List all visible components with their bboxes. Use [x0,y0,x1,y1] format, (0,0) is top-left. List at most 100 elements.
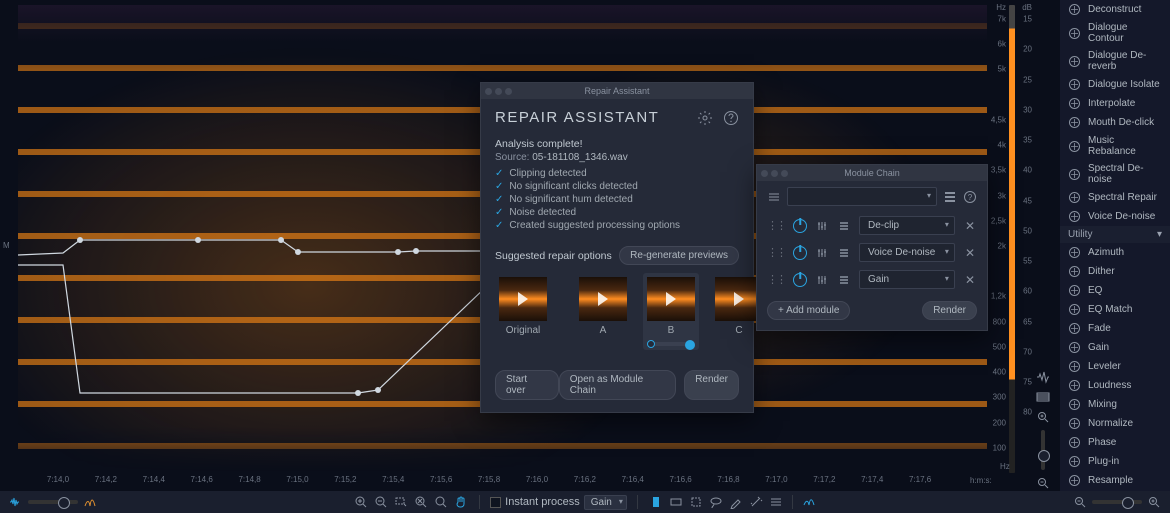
module-select[interactable]: De-clip [859,216,955,235]
sidebar-item-dialogue-contour[interactable]: Dialogue Contour [1060,19,1170,47]
spectrogram-toggle-icon[interactable] [1036,390,1050,404]
zoom-out-h-icon[interactable] [1072,494,1088,510]
time-tick: 7:14,6 [191,475,213,484]
zoom-selection-icon[interactable] [393,494,409,510]
waveform-mode-icon[interactable] [8,494,24,510]
chain-render-button[interactable]: Render [922,301,977,320]
gear-icon[interactable] [697,110,713,126]
sidebar-item-dither[interactable]: Dither [1060,262,1170,281]
sidebar-item-dialogue-isolate[interactable]: Dialogue Isolate [1060,75,1170,94]
module-settings-icon[interactable] [815,273,829,287]
freq-select-tool-icon[interactable] [668,494,684,510]
module-select[interactable]: Gain [859,270,955,289]
module-menu-icon[interactable] [837,273,851,287]
tf-select-tool-icon[interactable] [688,494,704,510]
regenerate-previews-button[interactable]: Re-generate previews [619,246,739,265]
drag-handle-icon[interactable]: ⋮⋮ [767,273,785,286]
sidebar-item-azimuth[interactable]: Azimuth [1060,243,1170,262]
sidebar-item-fade[interactable]: Fade [1060,319,1170,338]
sidebar-item-gain[interactable]: Gain [1060,338,1170,357]
instant-process-select[interactable]: Gain [584,495,627,510]
sidebar-item-deconstruct[interactable]: Deconstruct [1060,0,1170,19]
zoom-in-h-icon[interactable] [1146,494,1162,510]
drag-handle-icon[interactable]: ⋮⋮ [767,246,785,259]
sidebar-item-voice-de-noise[interactable]: Voice De-noise [1060,207,1170,226]
sidebar-item-label: Dialogue Isolate [1088,79,1160,90]
brush-tool-icon[interactable] [728,494,744,510]
list-view-icon[interactable] [767,190,781,204]
module-select[interactable]: Voice De-noise [859,243,955,262]
chain-titlebar[interactable]: Module Chain [757,165,987,181]
horizontal-zoom-slider[interactable] [1092,500,1142,504]
view-blend-slider[interactable] [28,500,78,504]
drag-handle-icon[interactable]: ⋮⋮ [767,219,785,232]
menu-icon[interactable] [943,190,957,204]
zoom-reset-icon[interactable] [433,494,449,510]
zoom-in-v-icon[interactable] [1036,410,1050,424]
zoom-out-v-icon[interactable] [1036,476,1050,490]
svg-text:?: ? [968,193,973,202]
render-button[interactable]: Render [684,370,739,400]
loudness-icon [1068,379,1081,392]
power-toggle-icon[interactable] [793,273,807,287]
contour-tool-icon[interactable] [801,494,817,510]
sidebar-item-phase[interactable]: Phase [1060,433,1170,452]
preset-select[interactable] [787,187,937,206]
add-module-button[interactable]: + Add module [767,301,850,320]
power-toggle-icon[interactable] [793,219,807,233]
zoom-in-icon[interactable] [353,494,369,510]
module-settings-icon[interactable] [815,246,829,260]
db-tick: 55 [1023,257,1032,266]
lasso-tool-icon[interactable] [708,494,724,510]
sidebar-item-leveler[interactable]: Leveler [1060,357,1170,376]
repair-option-a[interactable]: A [575,273,631,350]
sidebar-item-eq-match[interactable]: EQ Match [1060,300,1170,319]
instant-process-checkbox[interactable] [490,497,501,508]
sidebar-item-spectral-de-noise[interactable]: Spectral De-noise [1060,160,1170,188]
sidebar-item-resample[interactable]: Resample [1060,471,1170,490]
spectrogram-mode-icon[interactable] [82,494,98,510]
freq-unit-label: Hz [996,3,1006,12]
mouth-icon [1068,116,1081,129]
freq-tick: 4,5k [991,115,1006,124]
time-tick: 7:16,4 [622,475,644,484]
sidebar-item-mouth-de-click[interactable]: Mouth De-click [1060,113,1170,132]
wand-tool-icon[interactable] [748,494,764,510]
open-as-module-chain-button[interactable]: Open as Module Chain [559,370,676,400]
remove-module-icon[interactable]: ✕ [963,246,977,260]
remove-module-icon[interactable]: ✕ [963,219,977,233]
vertical-zoom-slider[interactable] [1041,430,1045,470]
zoom-out-icon[interactable] [373,494,389,510]
chain-window-controls[interactable] [761,170,788,177]
module-menu-icon[interactable] [837,219,851,233]
sidebar-item-label: Dialogue Contour [1088,22,1162,44]
repair-option-b[interactable]: B [643,273,699,350]
repair-option-original[interactable]: Original [495,273,551,350]
sidebar-category-utility[interactable]: Utility▾ [1060,226,1170,243]
intensity-slider[interactable] [647,342,695,346]
sidebar-item-loudness[interactable]: Loudness [1060,376,1170,395]
module-menu-icon[interactable] [837,246,851,260]
sidebar-item-eq[interactable]: EQ [1060,281,1170,300]
remove-module-icon[interactable]: ✕ [963,273,977,287]
zoom-fit-icon[interactable] [413,494,429,510]
sidebar-item-mixing[interactable]: Mixing [1060,395,1170,414]
window-controls[interactable] [485,88,512,95]
sidebar-item-dialogue-de-reverb[interactable]: Dialogue De-reverb [1060,47,1170,75]
module-settings-icon[interactable] [815,219,829,233]
sidebar-item-interpolate[interactable]: Interpolate [1060,94,1170,113]
sidebar-item-spectral-repair[interactable]: Spectral Repair [1060,188,1170,207]
time-select-tool-icon[interactable] [648,494,664,510]
start-over-button[interactable]: Start over [495,370,559,400]
sidebar-item-music-rebalance[interactable]: Music Rebalance [1060,132,1170,160]
waveform-toggle-icon[interactable] [1036,370,1050,384]
hand-tool-icon[interactable] [453,494,469,510]
sidebar-item-plug-in[interactable]: Plug-in [1060,452,1170,471]
sidebar-item-normalize[interactable]: Normalize [1060,414,1170,433]
power-toggle-icon[interactable] [793,246,807,260]
chain-help-icon[interactable]: ? [963,190,977,204]
dialog-titlebar[interactable]: Repair Assistant [481,83,753,99]
denoise-icon [1068,168,1081,181]
help-icon[interactable] [723,110,739,126]
harmonic-select-icon[interactable] [768,494,784,510]
